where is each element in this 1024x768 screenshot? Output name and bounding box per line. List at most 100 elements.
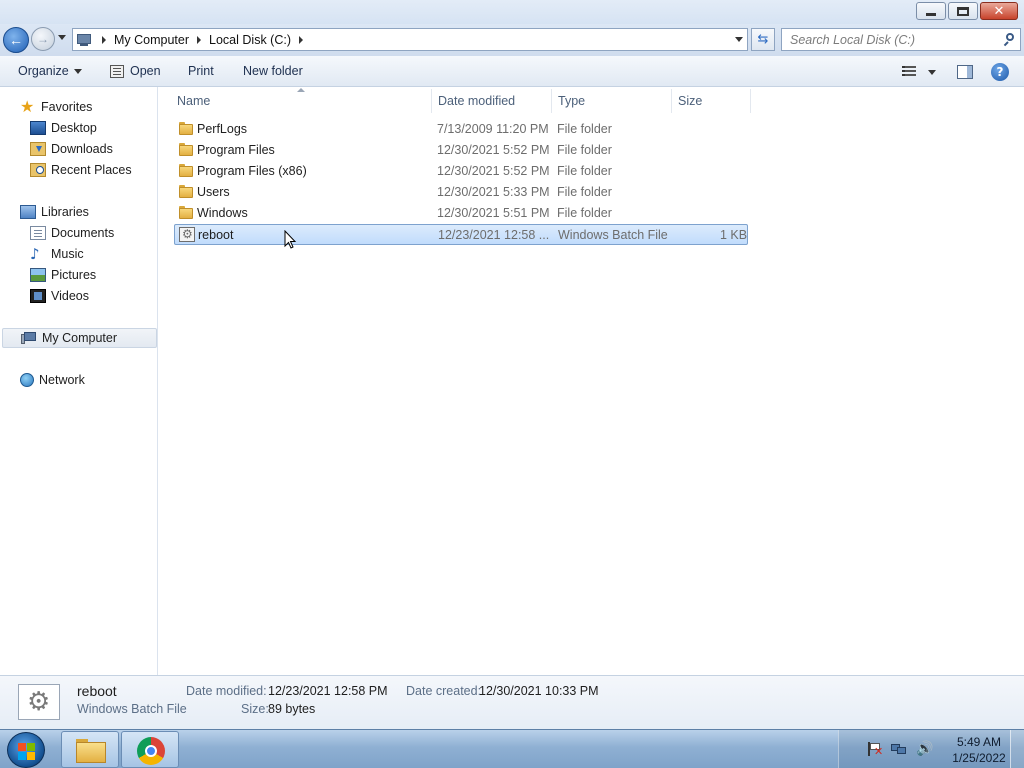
sidebar-item-documents[interactable]: Documents: [30, 223, 114, 243]
network-tray-icon[interactable]: [891, 742, 907, 756]
back-button[interactable]: ←: [3, 27, 29, 53]
file-name: Program Files (x86): [197, 164, 307, 178]
recent-places-icon: [30, 163, 46, 177]
details-size-label: Size:: [241, 702, 269, 716]
column-header-label: Name: [177, 94, 211, 108]
sidebar-item-pictures[interactable]: Pictures: [30, 265, 96, 285]
search-input[interactable]: [790, 32, 990, 47]
sidebar-item-libraries[interactable]: Libraries: [20, 202, 89, 222]
breadcrumb-separator[interactable]: [299, 35, 303, 44]
search-icon[interactable]: [1003, 33, 1015, 47]
open-label: Open: [130, 64, 161, 78]
close-button[interactable]: ✕: [980, 2, 1018, 20]
breadcrumb-separator[interactable]: [102, 35, 106, 44]
view-options-dropdown[interactable]: [928, 70, 936, 75]
column-header-name[interactable]: Name: [171, 87, 431, 115]
clock-time: 5:49 AM: [956, 735, 1002, 749]
address-bar[interactable]: My Computer Local Disk (C:): [72, 28, 748, 51]
breadcrumb-local-disk[interactable]: Local Disk (C:): [209, 33, 291, 47]
column-header-date-modified[interactable]: Date modified: [432, 87, 551, 115]
chrome-icon: [137, 737, 165, 765]
file-type: File folder: [557, 143, 612, 157]
organize-label: Organize: [18, 64, 69, 78]
minimize-button[interactable]: [916, 2, 946, 20]
recent-pages-dropdown[interactable]: [58, 35, 66, 40]
file-row[interactable]: Program Files (x86) 12/30/2021 5:52 PM F…: [174, 161, 748, 182]
breadcrumb-separator[interactable]: [197, 35, 202, 44]
file-type: File folder: [557, 164, 612, 178]
forward-button[interactable]: →: [31, 27, 55, 51]
maximize-icon: [957, 6, 969, 16]
sidebar-item-desktop[interactable]: Desktop: [30, 118, 97, 138]
sidebar-item-label: Recent Places: [51, 163, 132, 177]
taskbar-google-chrome[interactable]: [121, 731, 179, 768]
window-title-bar[interactable]: ✕: [0, 0, 1024, 24]
pictures-icon: [30, 268, 46, 282]
caption-buttons: ✕: [916, 2, 1018, 20]
new-folder-label: New folder: [243, 64, 303, 78]
details-date-created-value: 12/30/2021 10:33 PM: [479, 684, 599, 698]
file-type: File folder: [557, 206, 612, 220]
taskbar-windows-explorer[interactable]: [61, 731, 119, 768]
star-icon: ★: [20, 97, 35, 116]
print-button[interactable]: Print: [188, 64, 214, 78]
sidebar-item-label: Music: [51, 247, 84, 261]
column-header-type[interactable]: Type: [552, 87, 671, 115]
search-box: [781, 28, 1021, 51]
help-icon[interactable]: ?: [991, 63, 1009, 81]
sidebar-item-videos[interactable]: Videos: [30, 286, 89, 306]
column-header-size[interactable]: Size: [672, 87, 750, 115]
volume-icon[interactable]: 🔊: [916, 742, 933, 756]
preview-pane-icon[interactable]: [957, 65, 973, 79]
breadcrumb-my-computer[interactable]: My Computer: [114, 33, 189, 47]
file-row[interactable]: Users 12/30/2021 5:33 PM File folder: [174, 182, 748, 203]
file-date-modified: 12/30/2021 5:52 PM: [437, 164, 550, 178]
sidebar-item-favorites[interactable]: ★ Favorites: [20, 97, 92, 117]
sidebar-item-my-computer[interactable]: My Computer: [2, 328, 157, 348]
address-dropdown-icon[interactable]: [735, 37, 743, 42]
file-date-modified: 7/13/2009 11:20 PM: [437, 122, 549, 136]
show-desktop-button[interactable]: [1010, 730, 1024, 768]
open-button[interactable]: Open: [110, 64, 161, 78]
new-folder-button[interactable]: New folder: [243, 64, 303, 78]
sidebar-item-label: Downloads: [51, 142, 113, 156]
folder-icon: [179, 185, 193, 198]
file-name: reboot: [198, 228, 234, 242]
folder-icon: [76, 739, 106, 763]
maximize-button[interactable]: [948, 2, 978, 20]
column-divider[interactable]: [750, 89, 751, 113]
details-file-type: Windows Batch File: [77, 702, 187, 716]
file-row[interactable]: Program Files 12/30/2021 5:52 PM File fo…: [174, 140, 748, 161]
file-date-modified: 12/30/2021 5:52 PM: [437, 143, 550, 157]
file-row[interactable]: PerfLogs 7/13/2009 11:20 PM File folder: [174, 119, 748, 140]
file-date-modified: 12/30/2021 5:51 PM: [437, 206, 550, 220]
sidebar-item-label: My Computer: [42, 331, 118, 345]
network-icon: [20, 373, 34, 387]
sidebar-item-recent-places[interactable]: Recent Places: [30, 160, 132, 180]
documents-icon: [30, 226, 46, 240]
system-clock[interactable]: 5:49 AM 1/25/2022: [939, 734, 1019, 766]
action-center-icon[interactable]: ✕: [867, 742, 883, 757]
sidebar-item-downloads[interactable]: Downloads: [30, 139, 113, 159]
organize-button[interactable]: Organize: [18, 64, 82, 78]
details-size-value: 89 bytes: [268, 702, 316, 716]
sidebar-item-label: Pictures: [51, 268, 97, 282]
file-size: 1 KB: [720, 228, 748, 242]
file-date-modified: 12/30/2021 5:33 PM: [437, 185, 550, 199]
sidebar-item-network[interactable]: Network: [20, 370, 85, 390]
file-row[interactable]: Windows 12/30/2021 5:51 PM File folder: [174, 203, 748, 224]
sidebar-item-music[interactable]: ♪ Music: [30, 244, 84, 264]
clock-date: 1/25/2022: [952, 751, 1006, 765]
change-view-icon[interactable]: [902, 66, 916, 77]
back-arrow-icon: ←: [9, 32, 23, 48]
start-button[interactable]: [7, 732, 45, 768]
open-icon: [110, 64, 124, 78]
command-bar: Organize Open Print New folder ?: [0, 56, 1024, 87]
batch-file-icon: [179, 227, 195, 242]
close-icon: ✕: [993, 3, 1005, 19]
file-name: Windows: [197, 206, 248, 220]
details-date-created-label: Date created:: [406, 684, 482, 698]
file-row-selected[interactable]: reboot 12/23/2021 12:58 ... Windows Batc…: [174, 224, 748, 245]
refresh-button[interactable]: ⇆: [751, 28, 775, 51]
file-type: File folder: [557, 122, 612, 136]
